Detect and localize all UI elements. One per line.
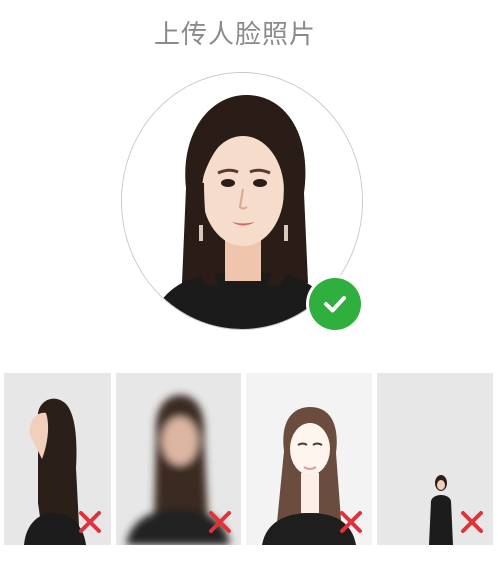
face-photo-upload[interactable] xyxy=(121,72,363,330)
bright-example xyxy=(246,373,372,545)
check-icon xyxy=(309,278,361,330)
page-title: 上传人脸照片 xyxy=(153,20,316,50)
cross-icon xyxy=(79,511,101,533)
bad-photo-examples xyxy=(0,373,498,545)
cross-icon xyxy=(461,511,483,533)
cross-icon xyxy=(340,511,362,533)
too-far-example xyxy=(377,373,493,545)
blurry-example xyxy=(116,373,241,545)
cross-icon xyxy=(209,511,231,533)
side-profile-example xyxy=(4,373,111,545)
